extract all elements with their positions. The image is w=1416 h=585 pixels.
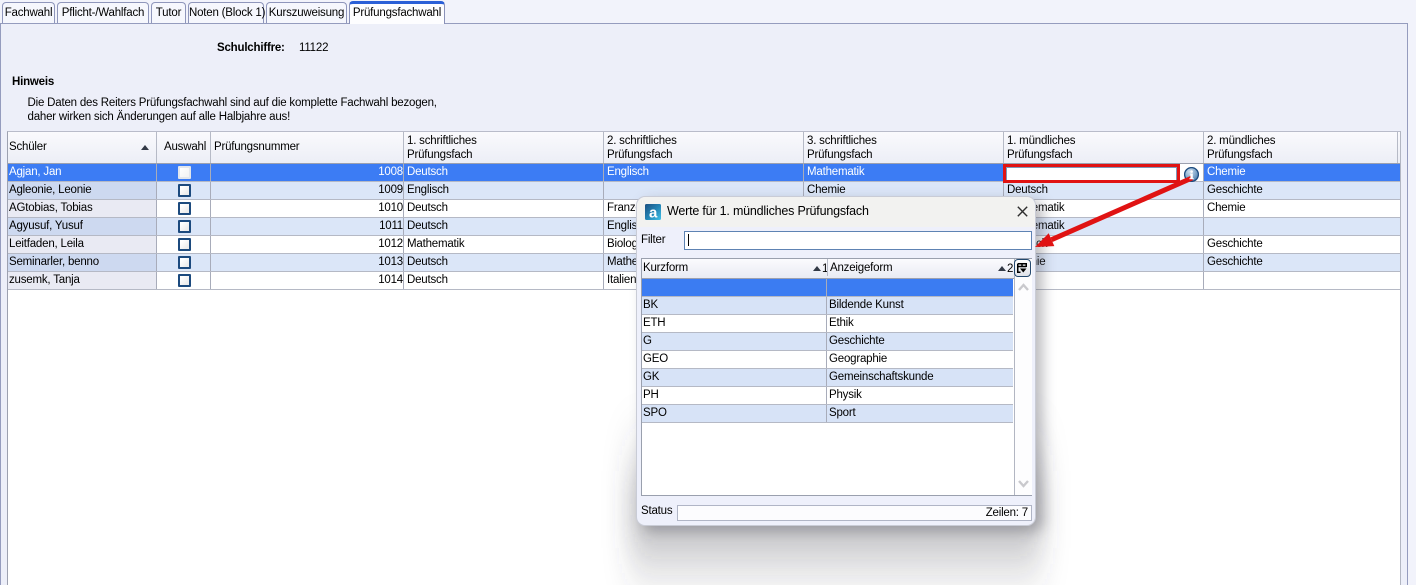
svg-text:a: a [649,205,658,220]
